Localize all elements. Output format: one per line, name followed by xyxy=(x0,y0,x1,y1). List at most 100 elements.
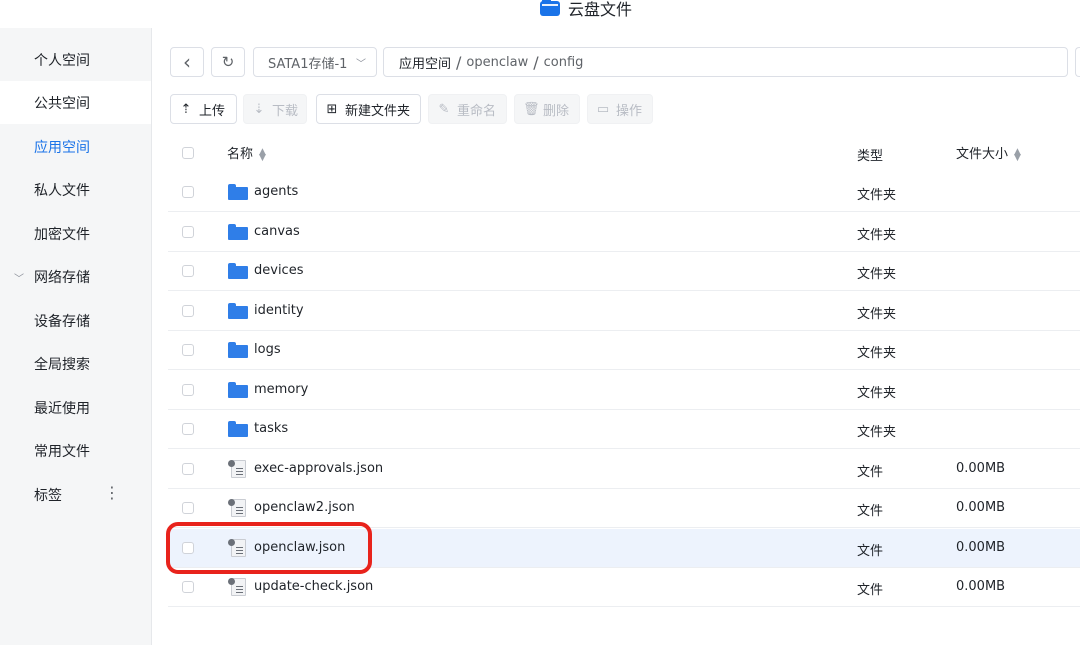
refresh-button[interactable]: ↻ xyxy=(211,47,245,77)
sidebar-item-favorites[interactable]: 常用文件 xyxy=(0,429,151,472)
column-header-name[interactable]: 名称 ▲ ▼ xyxy=(227,143,266,162)
file-name[interactable]: exec-approvals.json xyxy=(254,461,383,476)
row-checkbox[interactable] xyxy=(182,384,194,396)
file-name[interactable]: devices xyxy=(254,263,303,278)
folder-icon xyxy=(228,262,248,280)
select-all-checkbox[interactable] xyxy=(182,147,194,159)
row-checkbox[interactable] xyxy=(182,265,194,277)
download-button[interactable]: ⇣ 下载 xyxy=(243,94,307,124)
table-row[interactable]: logs 文件夹 xyxy=(168,331,1080,370)
drive-select-value: SATA1存储-1 xyxy=(268,56,348,72)
delete-label: 删除 xyxy=(543,103,570,119)
file-type: 文件夹 xyxy=(857,346,897,361)
config-file-icon xyxy=(228,499,248,517)
row-checkbox[interactable] xyxy=(182,423,194,435)
row-checkbox[interactable] xyxy=(182,502,194,514)
trash-icon: 🗑︎ xyxy=(523,101,540,117)
sidebar-item-encrypted-files[interactable]: 加密文件 xyxy=(0,212,151,255)
download-icon: ⇣ xyxy=(253,101,265,117)
sidebar-item-label: 网络存储 xyxy=(34,269,90,286)
view-toggle-button[interactable] xyxy=(1075,47,1080,77)
file-name[interactable]: update-check.json xyxy=(254,579,373,594)
rename-button[interactable]: ✎ 重命名 xyxy=(428,94,507,124)
chevron-down-icon[interactable]: ﹀ xyxy=(14,270,24,285)
upload-label: 上传 xyxy=(199,103,226,119)
file-name[interactable]: openclaw2.json xyxy=(254,500,355,515)
delete-button[interactable]: 🗑︎ 删除 xyxy=(514,94,580,124)
breadcrumb-separator: / xyxy=(456,52,462,72)
table-row[interactable]: agents 文件夹 xyxy=(168,173,1080,212)
operate-button[interactable]: ▭ 操作 xyxy=(587,94,653,124)
folder-icon xyxy=(228,302,248,320)
breadcrumb-root[interactable]: 应用空间 xyxy=(399,53,451,72)
chevron-left-icon: ‹ xyxy=(183,50,191,74)
table-row[interactable]: canvas 文件夹 xyxy=(168,213,1080,252)
file-type: 文件夹 xyxy=(857,425,897,440)
new-folder-label: 新建文件夹 xyxy=(345,103,411,119)
sidebar-item-public-space[interactable]: 公共空间 xyxy=(0,81,151,124)
table-row[interactable]: memory 文件夹 xyxy=(168,371,1080,410)
file-name[interactable]: identity xyxy=(254,303,304,318)
file-name[interactable]: tasks xyxy=(254,421,288,436)
file-size: 0.00MB xyxy=(956,540,1006,555)
file-type: 文件 xyxy=(857,465,884,480)
sort-icon[interactable]: ▲ ▼ xyxy=(259,147,266,162)
folder-icon xyxy=(228,341,248,359)
table-row[interactable]: tasks 文件夹 xyxy=(168,410,1080,449)
breadcrumb-item[interactable]: openclaw xyxy=(466,55,528,70)
row-checkbox[interactable] xyxy=(182,305,194,317)
column-header-type: 类型 xyxy=(857,149,884,164)
sidebar-item-label: 设备存储 xyxy=(34,313,90,330)
file-type: 文件 xyxy=(857,544,884,559)
sidebar-item-network-storage[interactable]: ﹀ 网络存储 xyxy=(0,255,151,298)
more-vertical-icon[interactable]: ⋮ xyxy=(104,485,120,501)
sidebar-item-label: 最近使用 xyxy=(34,400,90,417)
sidebar-item-personal-space[interactable]: 个人空间 xyxy=(0,38,151,81)
table-row[interactable]: devices 文件夹 xyxy=(168,252,1080,291)
refresh-icon: ↻ xyxy=(221,53,235,71)
table-row[interactable]: identity 文件夹 xyxy=(168,292,1080,331)
new-folder-icon: ⊞ xyxy=(326,101,338,117)
file-name[interactable]: memory xyxy=(254,382,308,397)
sort-icon[interactable]: ▲ ▼ xyxy=(1014,147,1021,162)
table-row[interactable]: exec-approvals.json 文件 0.00MB xyxy=(168,450,1080,489)
download-label: 下载 xyxy=(272,103,299,119)
file-size: 0.00MB xyxy=(956,579,1006,594)
sidebar-item-device-storage[interactable]: 设备存储 xyxy=(0,299,151,342)
sidebar-item-label: 标签 xyxy=(34,487,62,504)
upload-button[interactable]: ⇡ 上传 xyxy=(170,94,237,124)
row-checkbox[interactable] xyxy=(182,344,194,356)
sidebar-item-global-search[interactable]: 全局搜索 xyxy=(0,342,151,385)
row-checkbox[interactable] xyxy=(182,581,194,593)
file-type: 文件 xyxy=(857,583,884,598)
window-title: 云盘文件 xyxy=(568,0,633,19)
back-button[interactable]: ‹ xyxy=(170,47,204,77)
config-file-icon xyxy=(228,578,248,596)
rename-icon: ✎ xyxy=(438,101,450,117)
file-name[interactable]: agents xyxy=(254,184,298,199)
file-name[interactable]: logs xyxy=(254,342,281,357)
file-size: 0.00MB xyxy=(956,461,1006,476)
breadcrumb[interactable]: 应用空间 / openclaw / config xyxy=(383,47,1068,77)
folder-icon xyxy=(228,183,248,201)
folder-icon xyxy=(228,223,248,241)
config-file-icon xyxy=(228,460,248,478)
row-checkbox[interactable] xyxy=(182,186,194,198)
sidebar-item-tags[interactable]: 标签 ⋮ xyxy=(0,473,151,516)
annotation-highlight-box xyxy=(166,522,372,574)
file-type: 文件夹 xyxy=(857,188,897,203)
breadcrumb-item[interactable]: config xyxy=(544,55,584,70)
table-header: 名称 ▲ ▼ 类型 文件大小 ▲ ▼ xyxy=(168,133,1080,173)
row-checkbox[interactable] xyxy=(182,463,194,475)
sidebar-item-recent[interactable]: 最近使用 xyxy=(0,386,151,429)
upload-icon: ⇡ xyxy=(180,101,192,117)
column-header-size[interactable]: 文件大小 ▲ ▼ xyxy=(956,143,1021,162)
sidebar-item-private-files[interactable]: 私人文件 xyxy=(0,168,151,211)
row-checkbox[interactable] xyxy=(182,226,194,238)
sidebar-item-app-space[interactable]: 应用空间 xyxy=(0,125,151,168)
file-name[interactable]: canvas xyxy=(254,224,300,239)
drive-select[interactable]: SATA1存储-1 ﹀ xyxy=(253,47,377,77)
breadcrumb-separator: / xyxy=(533,52,539,72)
new-folder-button[interactable]: ⊞ 新建文件夹 xyxy=(316,94,421,124)
briefcase-icon: ▭ xyxy=(596,101,610,117)
